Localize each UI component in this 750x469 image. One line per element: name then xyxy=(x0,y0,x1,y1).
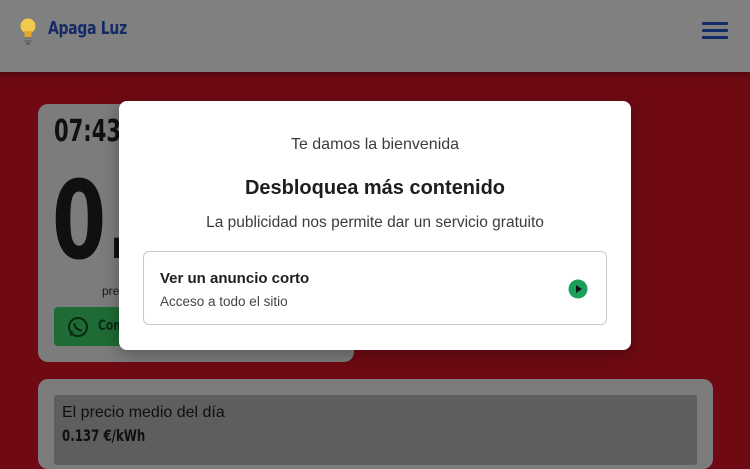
current-time: 07:43 xyxy=(54,114,122,149)
play-icon xyxy=(568,279,588,299)
whatsapp-icon xyxy=(68,317,88,337)
price-label: pre xyxy=(102,284,120,298)
watch-ad-option[interactable]: Ver un anuncio corto Acceso a todo el si… xyxy=(143,251,607,325)
dialog-title: Desbloquea más contenido xyxy=(244,177,506,199)
hamburger-menu-icon[interactable] xyxy=(702,19,730,41)
site-header: Apaga Luz xyxy=(0,0,750,72)
dialog-welcome: Te damos la bienvenida xyxy=(290,136,460,153)
daily-average-panel: El precio medio del día 0.137 €/kWh xyxy=(54,395,697,465)
watch-ad-title: Ver un anuncio corto xyxy=(160,270,310,287)
unlock-content-dialog: Te damos la bienvenida Desbloquea más co… xyxy=(119,101,631,350)
daily-average-card: El precio medio del día 0.137 €/kWh xyxy=(38,379,713,469)
watch-ad-subtitle: Acceso a todo el sitio xyxy=(160,294,288,309)
brand-name[interactable]: Apaga Luz xyxy=(48,18,127,39)
lightbulb-icon[interactable] xyxy=(18,17,38,45)
daily-average-value: 0.137 €/kWh xyxy=(62,426,146,445)
daily-average-label: El precio medio del día xyxy=(62,404,225,421)
dialog-subtitle: La publicidad nos permite dar un servici… xyxy=(206,214,544,231)
